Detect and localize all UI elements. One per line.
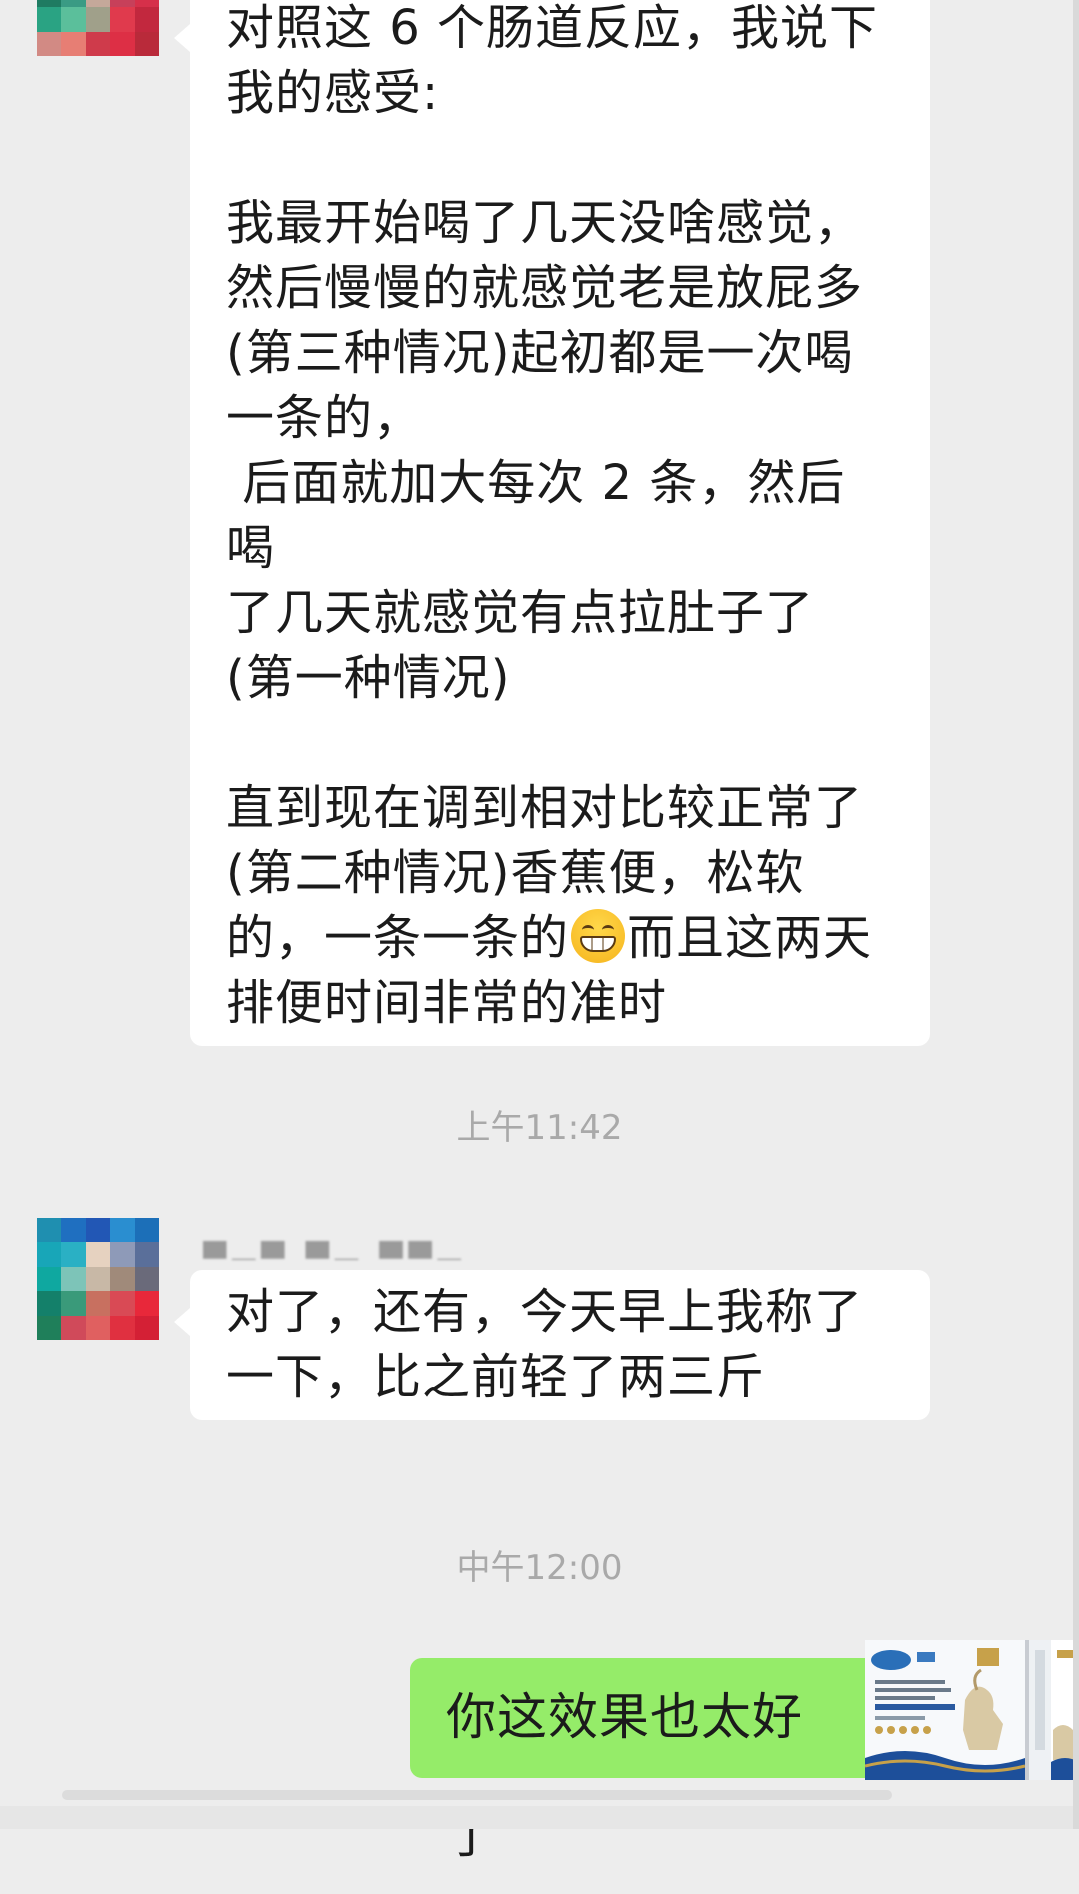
sender-avatar[interactable] <box>37 1218 159 1340</box>
product-box-image[interactable] <box>865 1640 1079 1780</box>
vertical-scrollbar <box>1073 0 1079 1829</box>
message-bubble-incoming[interactable]: 对了，还有，今天早上我称了 一下，比之前轻了两三斤 <box>174 1270 930 1420</box>
sender-avatar[interactable] <box>37 0 159 56</box>
message-bubble-outgoing[interactable]: 你这效果也太好了 <box>410 1658 870 1864</box>
horizontal-scroll-indicator <box>62 1790 892 1800</box>
sender-name: ▀▄▀ ▀▄ ▀▀▄ <box>203 1242 467 1260</box>
message-text: 对照这 6 个肠道反应，我说下 我的感受: 我最开始喝了几天没啥感觉， 然后慢慢… <box>226 0 879 966</box>
timestamp: 上午11:42 <box>456 1108 623 1148</box>
message-bubble-incoming[interactable]: 对照这 6 个肠道反应，我说下 我的感受: 我最开始喝了几天没啥感觉， 然后慢慢… <box>174 0 930 1046</box>
grinning-face-icon <box>571 909 626 963</box>
message-text: 对了，还有，今天早上我称了 一下，比之前轻了两三斤 <box>226 1284 864 1405</box>
input-area-edge <box>0 1806 1079 1829</box>
message-text: 你这效果也太好了 <box>446 1688 803 1864</box>
timestamp: 中午12:00 <box>456 1548 623 1588</box>
